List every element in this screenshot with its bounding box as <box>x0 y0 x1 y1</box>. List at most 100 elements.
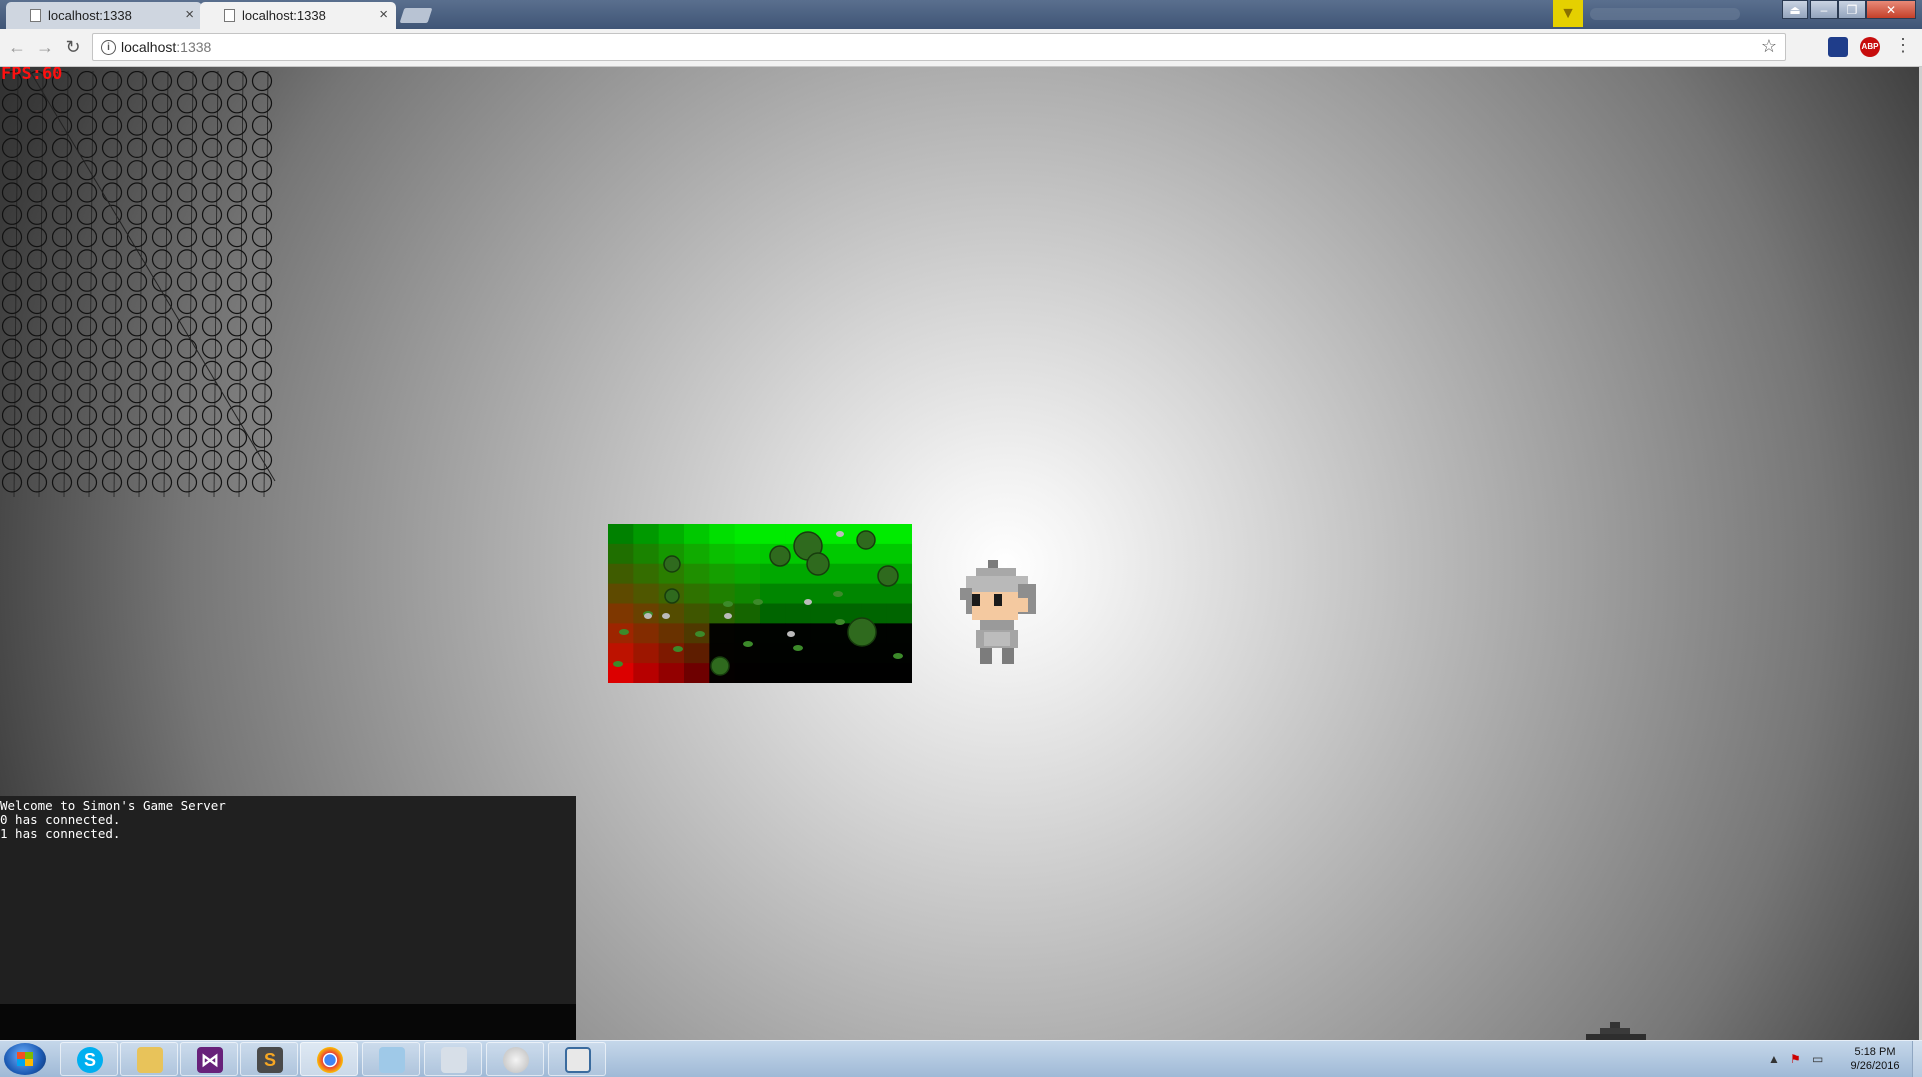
map-tile <box>608 583 634 604</box>
profile-badge-icon[interactable]: ▼ <box>1553 0 1583 27</box>
start-button[interactable] <box>4 1043 46 1075</box>
grid-node <box>76 115 98 136</box>
grid-node <box>101 450 123 471</box>
map-tile <box>836 543 862 565</box>
map-tile <box>760 524 786 545</box>
taskbar-paint[interactable] <box>486 1042 544 1076</box>
map-tile <box>810 603 837 624</box>
grid-node <box>26 450 48 471</box>
map-tile <box>734 623 761 644</box>
console-input[interactable] <box>0 1004 576 1040</box>
map-tile <box>886 583 912 604</box>
info-icon[interactable]: i <box>101 40 116 55</box>
tree <box>806 552 830 576</box>
grid-node <box>151 249 173 270</box>
grid-node <box>151 115 173 136</box>
maximize-button[interactable]: ❐ <box>1838 0 1866 19</box>
taskbar-clock[interactable]: 5:18 PM 9/26/2016 <box>1840 1045 1910 1073</box>
grid-node <box>251 182 273 203</box>
grid-node <box>26 293 48 315</box>
adblock-plus-icon[interactable]: ABP <box>1860 37 1880 57</box>
tab-title: localhost:1338 <box>242 8 326 23</box>
taskbar-app[interactable] <box>548 1042 606 1076</box>
tree <box>856 530 876 550</box>
map-tile <box>886 623 912 644</box>
forward-arrow-icon[interactable]: → <box>34 36 56 58</box>
grid-node <box>226 71 248 92</box>
grid-node <box>151 360 173 381</box>
browser-tab-active[interactable]: localhost:1338 × <box>200 2 396 29</box>
taskbar-explorer[interactable] <box>120 1042 178 1076</box>
map-tile <box>886 603 912 624</box>
grid-node <box>176 204 198 225</box>
map-tile <box>734 563 761 585</box>
grid-node <box>151 137 173 159</box>
bookmark-extension-icon[interactable] <box>1828 37 1848 57</box>
grid-node <box>251 360 273 381</box>
new-tab-button[interactable] <box>399 8 433 23</box>
reload-icon[interactable]: ↻ <box>62 36 84 58</box>
browser-tab[interactable]: localhost:1338 × <box>6 2 202 29</box>
grid-node <box>1 427 23 448</box>
grid-node <box>251 405 273 426</box>
grid-node <box>251 115 273 136</box>
map-tile <box>760 663 786 683</box>
shrub <box>893 653 903 659</box>
grid-node <box>101 249 123 270</box>
grid-node <box>176 249 198 270</box>
map-tile <box>861 583 888 604</box>
grid-node <box>201 182 223 203</box>
grid-node <box>151 182 173 203</box>
grid-node <box>201 71 223 92</box>
browser-menu-icon[interactable]: ⋮ <box>1894 35 1912 56</box>
map-tile <box>734 543 761 565</box>
show-desktop-button[interactable] <box>1912 1041 1922 1077</box>
taskbar-calculator[interactable] <box>424 1042 482 1076</box>
grid-node <box>126 316 148 337</box>
profile-button[interactable]: ⏏ <box>1782 0 1808 19</box>
taskbar-visual-studio[interactable]: ⋈ <box>180 1042 238 1076</box>
grid-node <box>151 405 173 426</box>
show-hidden-icons-icon[interactable]: ▲ <box>1768 1052 1780 1066</box>
browser-toolbar: ← → ↻ i localhost:1338 ☆ ABP ⋮ <box>0 29 1922 67</box>
back-arrow-icon[interactable]: ← <box>6 36 28 58</box>
grid-node <box>26 360 48 381</box>
url-text[interactable]: localhost:1338 <box>121 39 211 55</box>
grid-node <box>51 338 73 359</box>
grid-node <box>201 204 223 225</box>
close-window-button[interactable]: ✕ <box>1866 0 1916 19</box>
map-tile <box>684 543 710 565</box>
display-icon[interactable]: ▭ <box>1812 1052 1823 1066</box>
grid-node <box>126 227 148 248</box>
address-bar[interactable]: i localhost:1338 ☆ <box>92 33 1786 61</box>
close-tab-icon[interactable]: × <box>379 6 388 23</box>
grid-node <box>201 249 223 270</box>
grid-node <box>1 360 23 381</box>
grid-node <box>101 115 123 136</box>
network-warning-icon[interactable]: ⚑ <box>1790 1052 1801 1066</box>
map-tile <box>760 583 786 604</box>
map-tile <box>734 663 761 683</box>
minimize-button[interactable]: ‒ <box>1810 0 1838 19</box>
grid-node <box>251 93 273 114</box>
tree <box>664 588 680 604</box>
game-canvas[interactable]: FPS:60 Welcome to Simon's Game Server 0 h… <box>0 67 1922 1040</box>
grid-node <box>176 360 198 381</box>
grid-node <box>251 137 273 159</box>
tree <box>877 565 899 587</box>
sticky-notes-icon <box>379 1047 405 1073</box>
grid-node <box>26 405 48 426</box>
grid-node <box>1 383 23 404</box>
taskbar-skype[interactable]: S <box>60 1042 118 1076</box>
taskbar-chrome[interactable] <box>300 1042 358 1076</box>
grid-node <box>26 160 48 181</box>
map-tile <box>760 623 786 644</box>
bookmark-star-icon[interactable]: ☆ <box>1761 36 1777 57</box>
map-tile <box>785 663 812 683</box>
map-tile <box>684 563 710 585</box>
grid-node <box>1 405 23 426</box>
taskbar-sublime[interactable]: S <box>240 1042 298 1076</box>
close-tab-icon[interactable]: × <box>185 6 194 23</box>
taskbar-sticky-notes[interactable] <box>362 1042 420 1076</box>
grid-node <box>176 137 198 159</box>
